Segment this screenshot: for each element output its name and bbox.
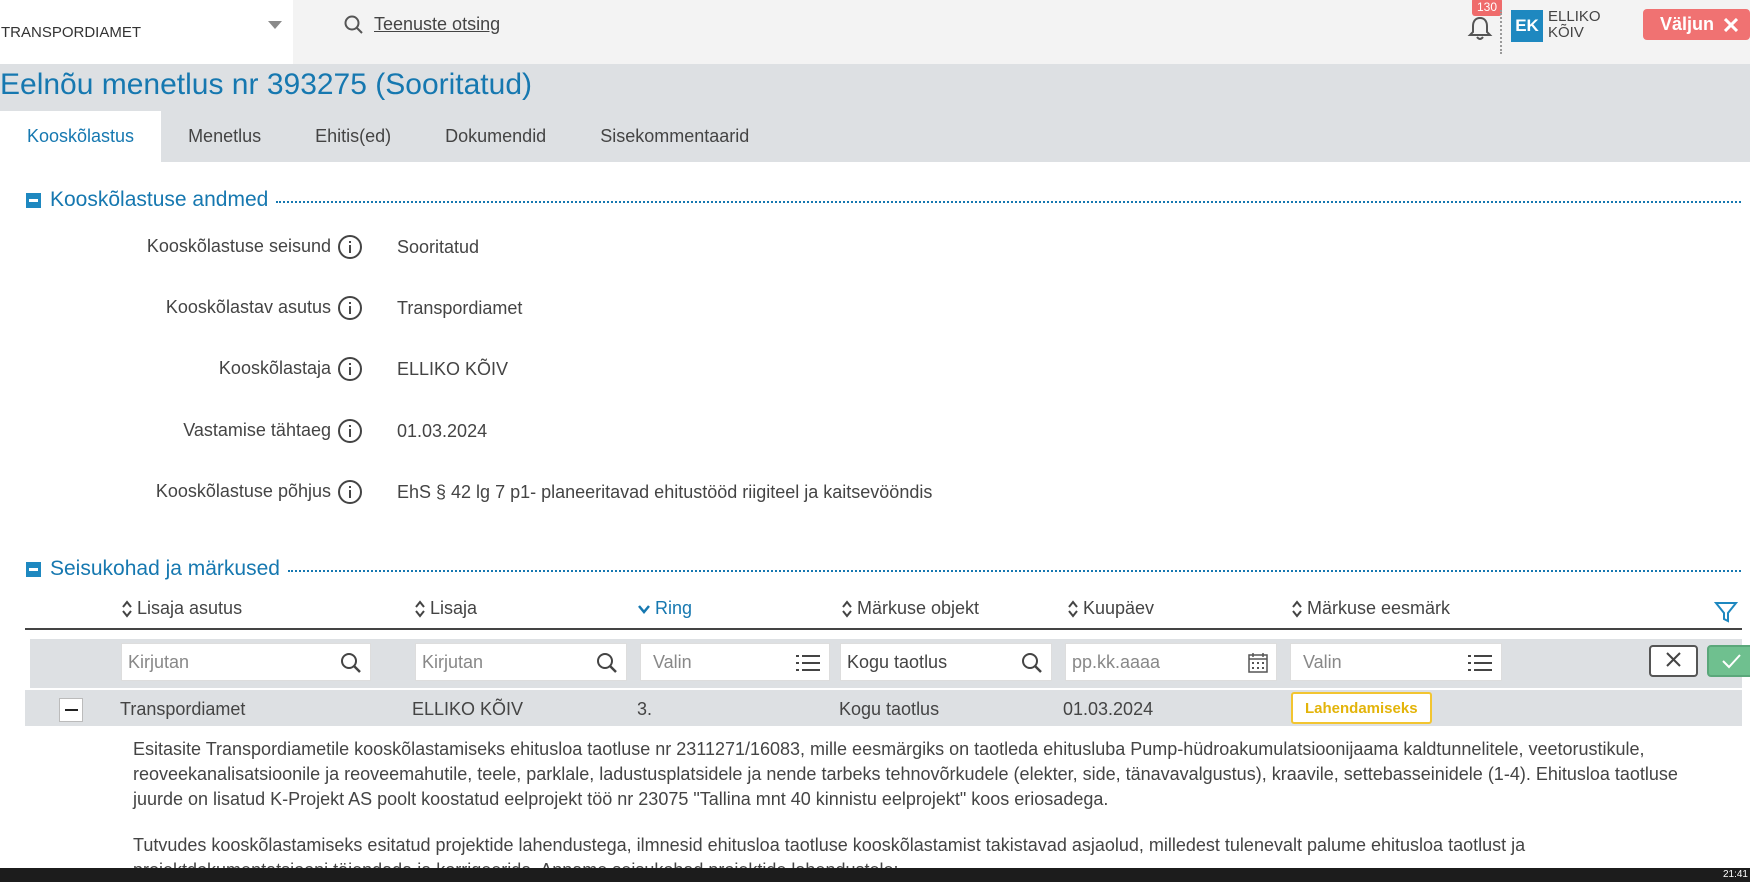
table-row[interactable]: Transpordiamet ELLIKO KÕIV 3. Kogu taotl… xyxy=(25,690,1742,726)
field-label-reason: Kooskõlastuse põhjus xyxy=(155,481,331,501)
close-icon xyxy=(1666,652,1681,667)
field-value-coordinator: ELLIKO KÕIV xyxy=(397,359,509,379)
column-header-institution[interactable]: Lisaja asutus xyxy=(121,598,242,619)
cell-round: 3. xyxy=(637,699,653,719)
purpose-filter-select[interactable]: Valin xyxy=(1290,643,1502,681)
calendar-icon xyxy=(1248,653,1268,673)
cell-object: Kogu taotlus xyxy=(839,699,940,719)
tab-kooskolastus[interactable]: Kooskõlastus xyxy=(0,111,162,162)
page-title: Eelnõu menetlus nr 393275 (Sooritatud) xyxy=(0,68,533,101)
cell-date: 01.03.2024 xyxy=(1063,699,1154,719)
logout-button[interactable]: Väljun xyxy=(1643,9,1750,40)
object-filter-input[interactable]: Kogu taotlus xyxy=(840,643,1052,681)
field-label-coordinator: Kooskõlastaja xyxy=(218,358,331,378)
placeholder: pp.kk.aaaa xyxy=(1072,651,1161,672)
field-value-deadline: 01.03.2024 xyxy=(397,421,488,441)
header-divider xyxy=(1500,10,1502,54)
cell-institution: Transpordiamet xyxy=(120,699,246,719)
section-title: Kooskõlastuse andmed xyxy=(50,188,269,211)
service-search-link[interactable]: Teenuste otsing xyxy=(344,14,500,35)
purpose-tag: Lahendamiseks xyxy=(1291,692,1432,724)
collapse-icon[interactable] xyxy=(26,561,41,577)
search-icon xyxy=(1022,653,1042,673)
field-label-status: Kooskõlastuse seisund xyxy=(146,236,331,256)
notification-badge: 130 xyxy=(1472,0,1503,16)
column-header-object[interactable]: Märkuse objekt xyxy=(841,598,979,619)
cell-author: ELLIKO KÕIV xyxy=(412,699,524,719)
bell-icon[interactable] xyxy=(1466,14,1494,42)
section-divider xyxy=(276,201,1741,203)
tab-bar: Kooskõlastus Menetlus Ehitis(ed) Dokumen… xyxy=(0,111,776,162)
field-value-institution: Transpordiamet xyxy=(397,298,523,318)
sort-icon xyxy=(122,599,132,618)
column-label: Märkuse eesmärk xyxy=(1307,598,1451,618)
info-icon[interactable] xyxy=(338,480,362,504)
organization-name: TRANSPORDIAMET xyxy=(1,23,142,41)
remarks-section-header[interactable]: Seisukohad ja märkused xyxy=(26,557,1741,581)
info-icon[interactable] xyxy=(338,357,362,381)
column-label: Lisaja asutus xyxy=(137,598,243,618)
column-header-round[interactable]: Ring xyxy=(637,598,692,619)
tab-ehitised[interactable]: Ehitis(ed) xyxy=(288,111,418,162)
date-filter-input[interactable]: pp.kk.aaaa xyxy=(1065,643,1277,681)
field-value-reason: EhS § 42 lg 7 p1- planeeritavad ehitustö… xyxy=(397,482,933,502)
search-icon xyxy=(597,653,617,673)
apply-filter-button[interactable] xyxy=(1707,645,1750,677)
column-label: Lisaja xyxy=(430,598,478,618)
column-header-date[interactable]: Kuupäev xyxy=(1067,598,1154,619)
avatar[interactable]: EK xyxy=(1511,10,1543,42)
tab-sisekommentaarid[interactable]: Sisekommentaarid xyxy=(573,111,776,162)
table-header: Lisaja asutus Lisaja Ring Märkuse objekt… xyxy=(25,598,1742,630)
author-filter-input[interactable]: Kirjutan xyxy=(415,643,627,681)
coordination-section-header[interactable]: Kooskõlastuse andmed xyxy=(26,188,1741,212)
top-bar: TRANSPORDIAMET Teenuste otsing 130 EK EL… xyxy=(0,0,1750,64)
field-value-status: Sooritatud xyxy=(397,237,480,257)
round-filter-select[interactable]: Valin xyxy=(640,643,830,681)
logout-label: Väljun xyxy=(1660,14,1715,34)
sort-icon xyxy=(1292,599,1302,618)
column-header-author[interactable]: Lisaja xyxy=(414,598,477,619)
placeholder: Valin xyxy=(653,651,692,672)
column-label: Ring xyxy=(655,598,693,618)
close-icon xyxy=(1724,17,1739,32)
taskbar: 21:41 xyxy=(0,868,1750,882)
taskbar-clock: 21:41 xyxy=(1722,869,1748,880)
search-icon xyxy=(341,653,361,673)
search-icon xyxy=(344,15,363,34)
section-divider xyxy=(287,570,1741,572)
service-search-label: Teenuste otsing xyxy=(374,14,501,34)
institution-filter-input[interactable]: Kirjutan xyxy=(121,643,371,681)
placeholder: Kirjutan xyxy=(128,651,190,672)
sort-icon xyxy=(1068,599,1078,618)
filter-row: Kirjutan Kirjutan Valin Kogu taotlus pp.… xyxy=(30,639,1750,688)
clear-filter-button[interactable] xyxy=(1649,645,1698,677)
collapse-row-icon[interactable] xyxy=(59,698,83,722)
column-header-purpose[interactable]: Märkuse eesmärk xyxy=(1291,598,1450,619)
info-icon[interactable] xyxy=(338,419,362,443)
organization-select[interactable]: TRANSPORDIAMET xyxy=(0,0,293,64)
user-name[interactable]: ELLIKO KÕIV xyxy=(1548,9,1618,41)
column-label: Märkuse objekt xyxy=(857,598,980,618)
placeholder: Kirjutan xyxy=(422,651,484,672)
check-icon xyxy=(1722,654,1741,669)
info-icon[interactable] xyxy=(338,235,362,259)
list-icon xyxy=(796,655,820,671)
tab-menetlus[interactable]: Menetlus xyxy=(161,111,288,162)
field-label-institution: Kooskõlastav asutus xyxy=(165,297,331,317)
filter-icon[interactable] xyxy=(1714,600,1738,624)
remark-text-paragraph: Esitasite Transpordiametile kooskõlastam… xyxy=(133,739,1678,809)
sort-icon xyxy=(842,599,852,618)
collapse-icon[interactable] xyxy=(26,192,41,208)
chevron-down-icon xyxy=(268,21,282,29)
info-icon[interactable] xyxy=(338,296,362,320)
list-icon xyxy=(1468,655,1492,671)
field-label-deadline: Vastamise tähtaeg xyxy=(183,420,331,440)
column-label: Kuupäev xyxy=(1083,598,1155,618)
chevron-down-icon xyxy=(638,604,650,614)
tab-dokumendid[interactable]: Dokumendid xyxy=(418,111,573,162)
section-title: Seisukohad ja märkused xyxy=(50,557,280,580)
placeholder: Valin xyxy=(1303,651,1342,672)
filter-value: Kogu taotlus xyxy=(847,651,948,672)
sort-icon xyxy=(415,599,425,618)
